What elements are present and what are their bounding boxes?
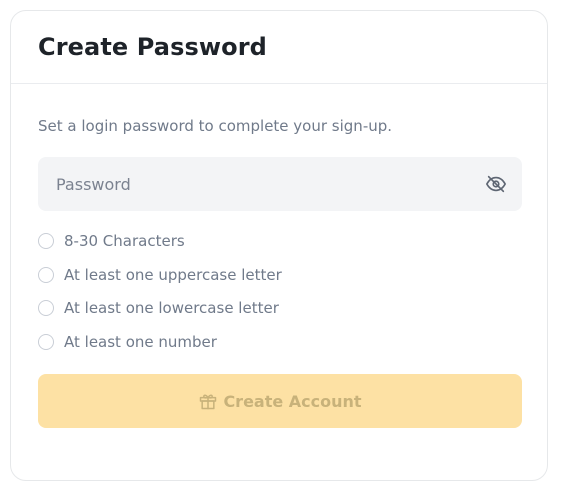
password-input[interactable] xyxy=(56,172,484,196)
requirement-item: At least one uppercase letter xyxy=(38,265,520,285)
requirement-item: 8-30 Characters xyxy=(38,231,520,251)
requirement-item: At least one number xyxy=(38,332,520,352)
requirement-item: At least one lowercase letter xyxy=(38,298,520,318)
subtitle: Set a login password to complete your si… xyxy=(38,117,393,135)
unchecked-circle-icon xyxy=(38,233,54,249)
page-title: Create Password xyxy=(38,33,267,61)
unchecked-circle-icon xyxy=(38,266,54,283)
password-requirements: 8-30 Characters At least one uppercase l… xyxy=(38,231,520,352)
requirement-label: At least one number xyxy=(64,332,217,351)
card-header: Create Password xyxy=(11,11,547,84)
create-account-button[interactable]: Create Account xyxy=(38,374,522,428)
password-field[interactable] xyxy=(38,157,522,211)
card-body: Set a login password to complete your si… xyxy=(11,116,547,352)
create-account-label: Create Account xyxy=(223,391,362,411)
create-password-card: Create Password Set a login password to … xyxy=(10,10,548,481)
requirement-label: 8-30 Characters xyxy=(64,232,185,250)
gift-icon xyxy=(198,391,218,411)
requirement-label: At least one lowercase letter xyxy=(64,299,279,317)
requirement-label: At least one uppercase letter xyxy=(64,265,282,284)
unchecked-circle-icon xyxy=(38,300,54,316)
unchecked-circle-icon xyxy=(38,333,54,350)
eye-slash-icon[interactable] xyxy=(484,172,508,196)
